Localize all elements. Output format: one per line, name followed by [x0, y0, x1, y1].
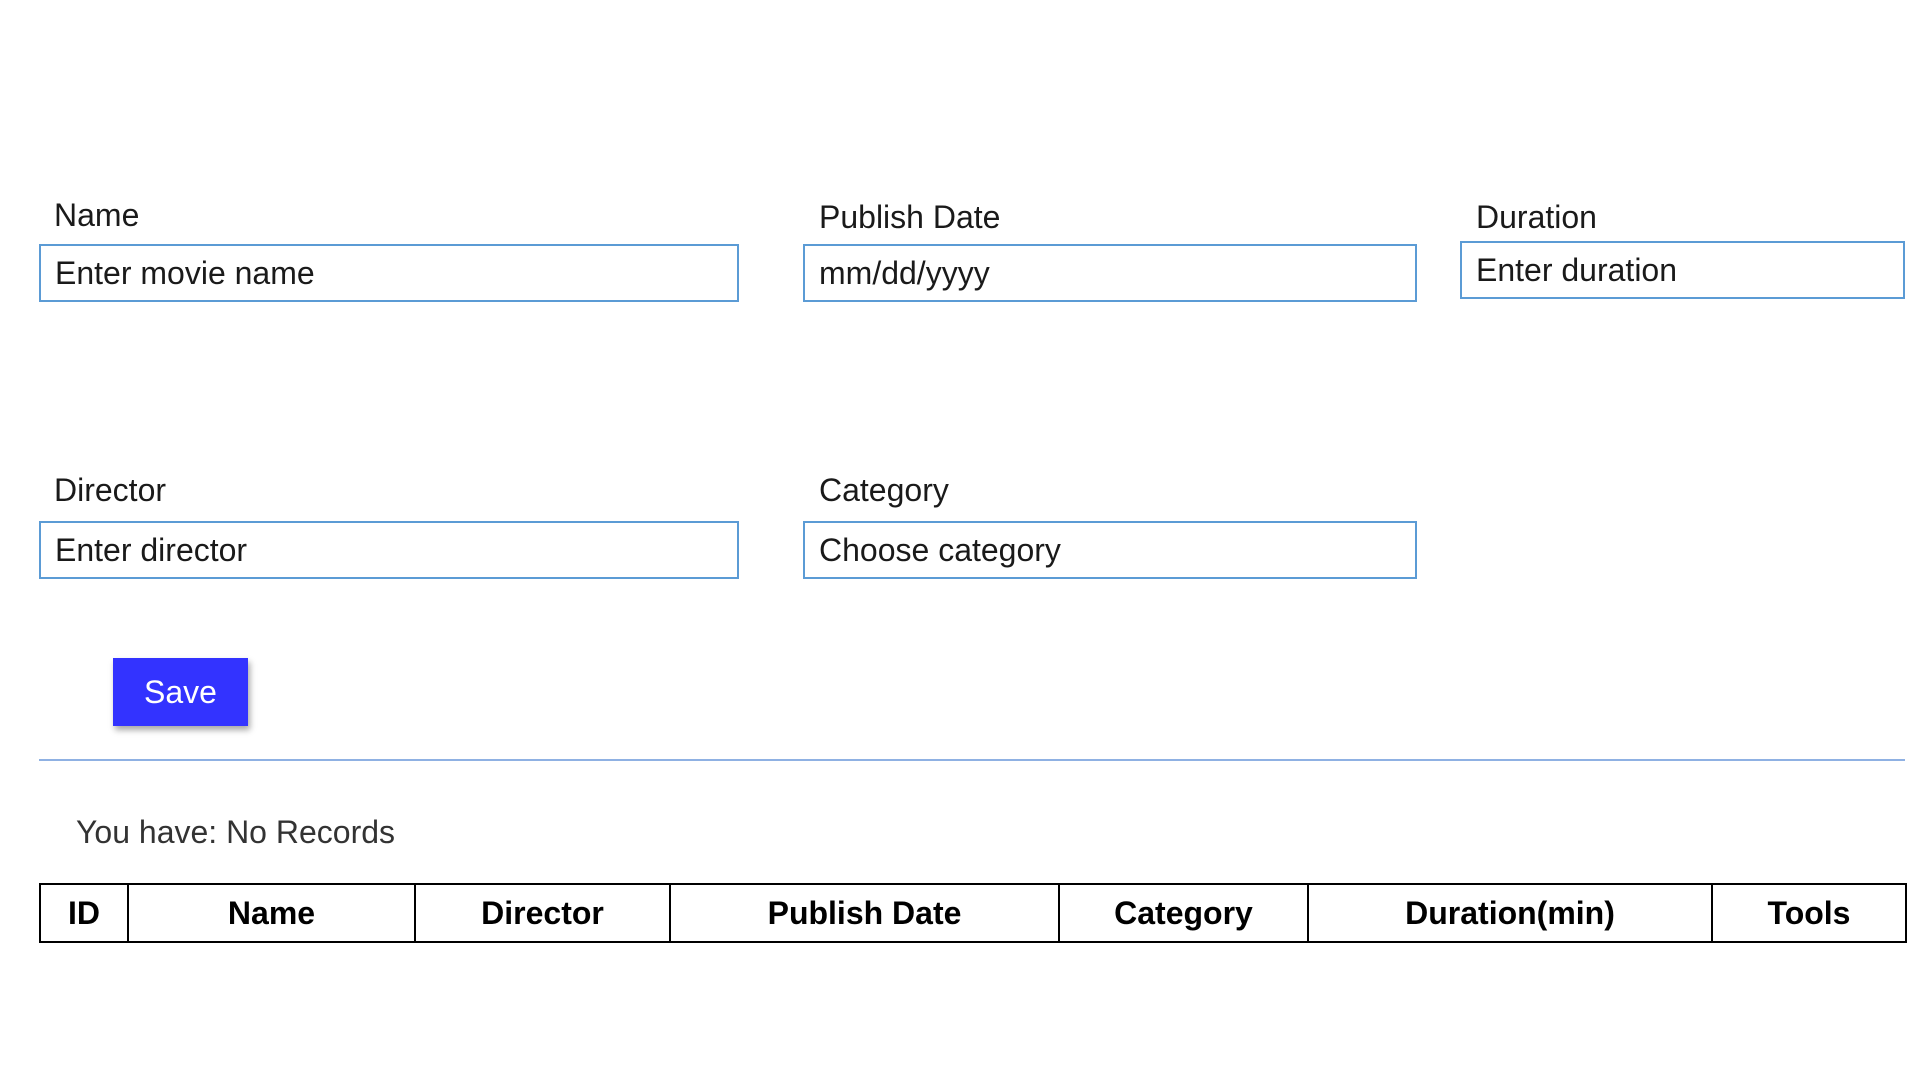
name-label: Name — [54, 197, 140, 233]
category-select[interactable]: Choose category — [803, 521, 1417, 579]
column-header-name: Name — [127, 883, 416, 943]
save-button[interactable]: Save — [113, 658, 248, 726]
records-table: ID Name Director Publish Date Category D… — [39, 883, 1907, 943]
record-count-status: You have: No Records — [76, 814, 396, 850]
column-header-category: Category — [1058, 883, 1309, 943]
column-header-id: ID — [39, 883, 129, 943]
column-header-tools: Tools — [1711, 883, 1907, 943]
category-label: Category — [819, 472, 949, 508]
director-input[interactable] — [39, 521, 739, 579]
column-header-duration: Duration(min) — [1307, 883, 1713, 943]
duration-label: Duration — [1476, 199, 1597, 235]
category-selected-value: Choose category — [819, 531, 1061, 568]
director-label: Director — [54, 472, 167, 508]
publish-date-input[interactable] — [803, 244, 1417, 302]
column-header-director: Director — [414, 883, 671, 943]
column-header-publish-date: Publish Date — [669, 883, 1060, 943]
publish-date-label: Publish Date — [819, 199, 1001, 235]
movie-name-input[interactable] — [39, 244, 739, 302]
duration-input[interactable] — [1460, 241, 1905, 299]
section-divider — [39, 759, 1905, 761]
table-header-row: ID Name Director Publish Date Category D… — [39, 883, 1907, 943]
